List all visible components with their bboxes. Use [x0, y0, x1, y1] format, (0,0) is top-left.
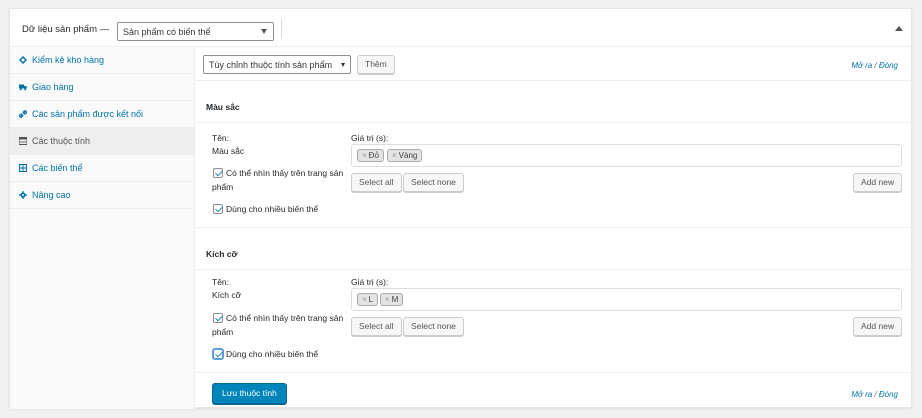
variation-label: Dùng cho nhiều biến thể: [226, 204, 319, 214]
add-attribute-button[interactable]: Thêm: [357, 55, 395, 74]
used-for-variations-checkbox[interactable]: [213, 204, 223, 214]
value-chip: × L: [357, 293, 379, 306]
attribute-values-field[interactable]: × Đỏ × Vàng: [351, 144, 902, 167]
chip-label: L: [368, 295, 374, 304]
visible-on-product-page-checkbox[interactable]: [213, 168, 223, 178]
tab-shipping[interactable]: Giao hàng: [10, 74, 194, 101]
tab-label: Các biến thể: [32, 163, 83, 173]
attribute-taxonomy-select[interactable]: Tùy chỉnh thuộc tính sản phẩm: [203, 55, 351, 74]
header-divider: [281, 19, 282, 39]
attributes-panel: Tùy chỉnh thuộc tính sản phẩm Thêm Mở ra…: [196, 47, 913, 409]
product-type-value: Sản phẩm có biến thể: [123, 27, 211, 37]
visible-label: Có thể nhìn thấy trên trang sản: [226, 313, 344, 323]
expand-link[interactable]: Mở ra: [851, 61, 872, 70]
tab-linked-products[interactable]: Các sản phẩm được kết nối: [10, 101, 194, 128]
panel-header: Dữ liệu sản phẩm — Sản phẩm có biến thể: [10, 9, 911, 47]
link-icon: [19, 110, 27, 118]
link-separator: /: [872, 390, 879, 399]
collapse-link[interactable]: Đóng: [879, 61, 898, 70]
attributes-toolbar: Tùy chỉnh thuộc tính sản phẩm Thêm Mở ra…: [196, 47, 913, 81]
tab-label: Kiểm kê kho hàng: [32, 55, 105, 65]
select-all-button[interactable]: Select all: [351, 317, 402, 336]
attribute-values-field[interactable]: × L × M: [351, 288, 902, 311]
gear-icon: [19, 191, 27, 199]
value-chip: × Vàng: [387, 149, 423, 162]
chip-label: Đỏ: [368, 151, 379, 160]
add-new-value-button[interactable]: Add new: [853, 173, 903, 192]
panel-title: Dữ liệu sản phẩm —: [22, 24, 110, 35]
visible-on-product-page-checkbox[interactable]: [213, 313, 223, 323]
tab-attributes[interactable]: Các thuộc tính: [10, 128, 194, 155]
divider: [196, 227, 913, 228]
variation-label: Dùng cho nhiều biến thể: [226, 349, 319, 359]
attribute-name-value: Kích cỡ: [212, 290, 242, 300]
grid-icon: [19, 164, 27, 172]
attribute-name-label: Tên:: [212, 277, 230, 287]
chevron-down-icon: [261, 29, 267, 34]
chevron-down-icon: [341, 63, 345, 67]
tab-label: Các thuộc tính: [32, 136, 91, 146]
product-type-select[interactable]: Sản phẩm có biến thể: [117, 22, 274, 41]
tab-advanced[interactable]: Nâng cao: [10, 182, 194, 209]
visible-label-cont: phẩm: [212, 327, 234, 337]
chip-label: Vàng: [398, 151, 418, 160]
remove-chip-icon[interactable]: ×: [362, 151, 367, 160]
expand-collapse-links: Mở ra / Đóng: [851, 61, 898, 70]
collapse-panel-icon[interactable]: [895, 26, 903, 31]
value-chip: × M: [380, 293, 404, 306]
product-data-panel: Dữ liệu sản phẩm — Sản phẩm có biến thể …: [9, 8, 913, 409]
tab-label: Nâng cao: [32, 190, 71, 200]
truck-icon: [19, 84, 27, 91]
expand-link[interactable]: Mở ra: [851, 390, 872, 399]
tab-variations[interactable]: Các biến thể: [10, 155, 194, 182]
attribute-values-label: Giá trị (s):: [351, 133, 389, 143]
tab-label: Các sản phẩm được kết nối: [32, 109, 143, 119]
link-separator: /: [872, 61, 879, 70]
product-data-tabs: Kiểm kê kho hàng Giao hàng Các sản phẩm …: [10, 47, 195, 409]
add-new-value-button[interactable]: Add new: [853, 317, 903, 336]
attribute-title: Màu sắc: [206, 102, 240, 112]
select-none-button[interactable]: Select none: [403, 317, 464, 336]
remove-chip-icon[interactable]: ×: [392, 151, 397, 160]
select-none-button[interactable]: Select none: [403, 173, 464, 192]
attribute-header[interactable]: Kích cỡ: [196, 236, 913, 270]
save-attributes-button[interactable]: Lưu thuộc tính: [212, 383, 287, 404]
attribute-name-value: Màu sắc: [212, 146, 245, 156]
attribute-values-label: Giá trị (s):: [351, 277, 389, 287]
attribute-name-label: Tên:: [212, 133, 230, 143]
remove-chip-icon[interactable]: ×: [362, 295, 367, 304]
expand-collapse-links: Mở ra / Đóng: [851, 390, 898, 399]
attribute-title: Kích cỡ: [206, 249, 238, 259]
used-for-variations-checkbox[interactable]: [213, 349, 223, 359]
remove-chip-icon[interactable]: ×: [385, 295, 390, 304]
divider: [196, 372, 913, 373]
attribute-select-value: Tùy chỉnh thuộc tính sản phẩm: [209, 60, 333, 70]
select-all-button[interactable]: Select all: [351, 173, 402, 192]
chip-label: M: [391, 295, 399, 304]
inventory-icon: [19, 56, 27, 64]
attribute-header[interactable]: Màu sắc: [196, 89, 913, 123]
tab-label: Giao hàng: [32, 82, 74, 92]
table-icon: [19, 137, 27, 145]
tab-inventory[interactable]: Kiểm kê kho hàng: [10, 47, 194, 74]
collapse-link[interactable]: Đóng: [879, 390, 898, 399]
value-chip: × Đỏ: [357, 149, 384, 162]
visible-label: Có thể nhìn thấy trên trang sản: [226, 168, 344, 178]
visible-label-cont: phẩm: [212, 182, 234, 192]
